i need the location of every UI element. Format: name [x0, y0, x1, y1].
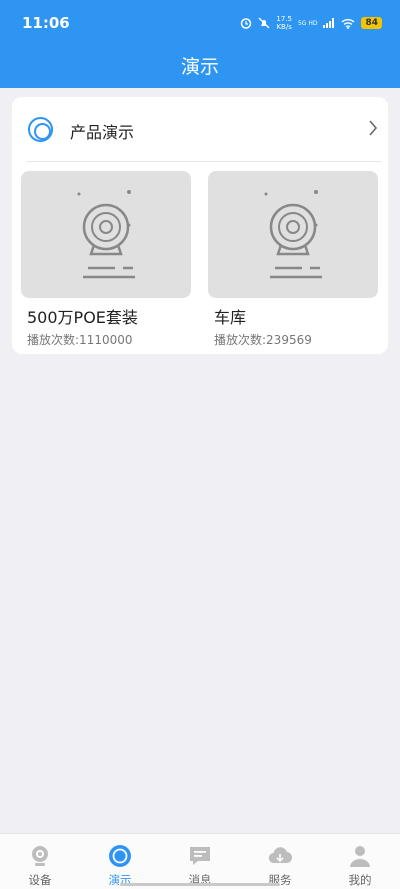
- network-type: 5G HD: [297, 19, 318, 27]
- device-camera-icon: [32, 846, 48, 866]
- demo-item-play-count: 播放次数:1110000: [27, 333, 133, 347]
- chevron-right-icon[interactable]: [368, 119, 378, 137]
- home-indicator: [120, 883, 280, 886]
- demo-circle-icon: [109, 845, 131, 867]
- page-title: 演示: [180, 56, 219, 78]
- tab-devices[interactable]: 设备: [0, 834, 80, 889]
- tab-services[interactable]: 服务: [240, 834, 320, 889]
- network-speed: 17.5 KB/s: [276, 15, 292, 31]
- tab-messages[interactable]: 消息: [160, 834, 240, 889]
- status-time: 11:06: [22, 14, 70, 32]
- product-demo-card: 产品演示 500万POE套装 播放次数:1110000 车库 播放次数:2395…: [12, 97, 388, 354]
- demo-thumbnail[interactable]: [21, 171, 191, 298]
- circle-camera-icon: [28, 117, 53, 142]
- product-demo-header[interactable]: 产品演示: [12, 97, 388, 161]
- signal-icon: [323, 18, 335, 28]
- status-icons: 17.5 KB/s 5G HD 84: [240, 15, 382, 31]
- camera-placeholder-icon: [264, 190, 322, 279]
- alarm-icon: [241, 18, 252, 29]
- profile-icon: [350, 846, 370, 867]
- cloud-service-icon: [268, 847, 292, 864]
- camera-placeholder-icon: [77, 190, 135, 279]
- demo-item[interactable]: 车库 播放次数:239569: [208, 171, 378, 348]
- message-icon: [190, 847, 210, 865]
- tab-profile[interactable]: 我的: [320, 834, 400, 889]
- tab-demo[interactable]: 演示: [80, 834, 160, 889]
- demo-item-name: 500万POE套装: [27, 308, 138, 327]
- status-bar: 11:06 17.5 KB/s 5G HD 84: [0, 0, 400, 44]
- divider: [26, 161, 382, 162]
- bottom-tab-bar: 设备 演示 消息 服务 我的: [0, 833, 400, 889]
- demo-item-name: 车库: [214, 308, 247, 327]
- mute-bell-icon: [258, 17, 270, 29]
- section-title: 产品演示: [70, 123, 135, 142]
- tab-label: 设备: [28, 873, 52, 887]
- battery-indicator: 84: [361, 17, 382, 29]
- tab-label: 我的: [348, 873, 372, 887]
- demo-item-play-count: 播放次数:239569: [214, 333, 312, 347]
- wifi-icon: [342, 18, 355, 29]
- demo-thumbnail[interactable]: [208, 171, 378, 298]
- app-header: 11:06 17.5 KB/s 5G HD 84 演示: [0, 0, 400, 88]
- demo-item[interactable]: 500万POE套装 播放次数:1110000: [21, 171, 191, 348]
